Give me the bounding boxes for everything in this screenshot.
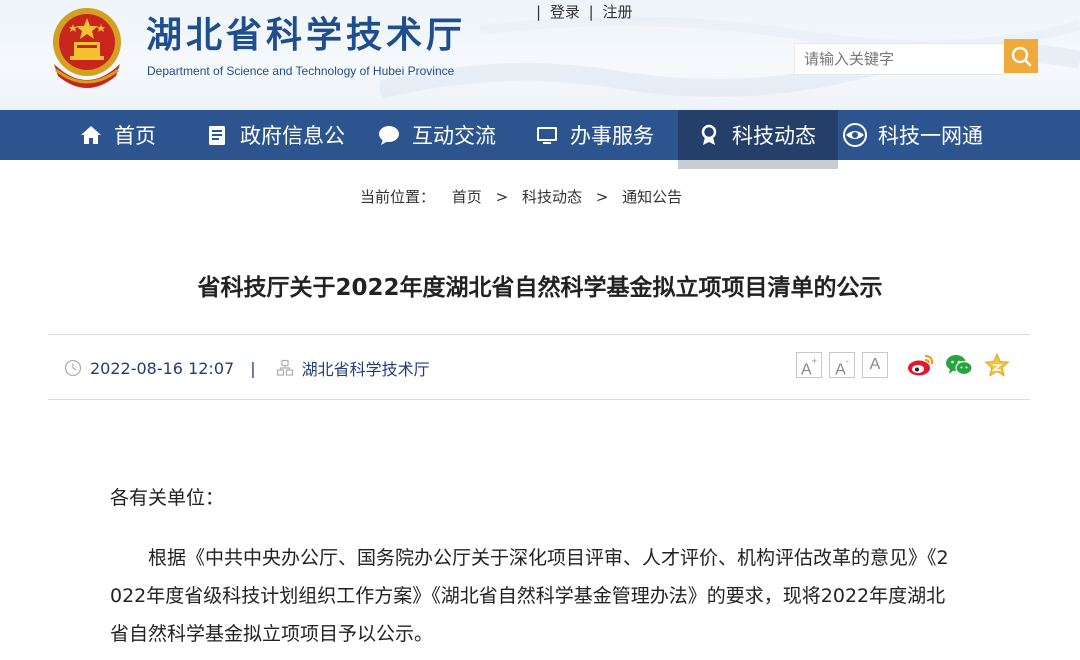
weibo-icon xyxy=(908,355,934,376)
account-links: | 登录 | 注册 xyxy=(536,2,633,22)
breadcrumb-prefix: 当前位置： xyxy=(360,188,436,206)
font-small-label: A xyxy=(869,356,881,373)
article-meta: 2022-08-16 12:07 | 湖北省科学技术厅 xyxy=(64,355,430,381)
search-input[interactable] xyxy=(795,44,1004,74)
breadcrumb-home[interactable]: 首页 xyxy=(452,188,482,206)
breadcrumb: 当前位置： 首页 > 科技动态 > 通知公告 xyxy=(360,186,682,208)
meta-separator: | xyxy=(250,358,256,378)
favorite-star-icon xyxy=(984,353,1010,377)
separator: | xyxy=(588,3,594,21)
wechat-icon xyxy=(946,355,973,376)
nav-label: 政府信息公 xyxy=(240,124,345,148)
clock-icon xyxy=(64,359,82,377)
article-paragraph: 根据《中共中央办公厅、国务院办公厅关于深化项目评审、人才评价、机构评估改革的意见… xyxy=(110,539,970,653)
font-size-large-button[interactable]: A+ xyxy=(796,352,822,378)
paragraph-line: 022年度省级科技计划组织工作方案》《湖北省自然科学基金管理办法》的要求，现将2… xyxy=(110,585,946,607)
nav-item-gov-info[interactable]: 政府信息公 xyxy=(204,110,345,160)
wechat-share-button[interactable] xyxy=(944,351,974,379)
font-medium-label: A xyxy=(835,361,846,379)
search-box xyxy=(794,43,1004,75)
nav-item-home[interactable]: 首页 xyxy=(78,110,156,160)
weibo-share-button[interactable] xyxy=(906,351,936,379)
article-title: 省科技厅关于2022年度湖北省自然科学基金拟立项项目清单的公示 xyxy=(197,275,883,301)
separator: | xyxy=(536,3,542,21)
monitor-icon xyxy=(534,122,560,148)
publish-date: 2022-08-16 12:07 xyxy=(90,358,235,378)
breadcrumb-sep: > xyxy=(595,188,609,206)
site-title: 湖北省科学技术厅 xyxy=(146,14,467,56)
font-size-small-button[interactable]: A xyxy=(862,352,888,378)
chat-bubble-icon xyxy=(376,122,402,148)
paragraph-line: 根据《中共中央办公厅、国务院办公厅关于深化项目评审、人才评价、机构评估改革的意见… xyxy=(148,547,949,569)
nav-label: 科技一网通 xyxy=(878,124,983,148)
search-button[interactable] xyxy=(1004,39,1038,73)
nav-label: 互动交流 xyxy=(412,124,496,148)
search-icon xyxy=(1011,46,1032,67)
nav-item-services[interactable]: 办事服务 xyxy=(534,110,654,160)
main-nav: 首页 政府信息公 互动交流 办事服务 科技动态 科技一网通 xyxy=(0,110,1080,169)
document-icon xyxy=(204,122,230,148)
national-emblem-icon xyxy=(53,8,121,88)
nav-item-tech-news[interactable]: 科技动态 xyxy=(678,110,838,169)
breadcrumb-tech-news[interactable]: 科技动态 xyxy=(522,188,582,206)
breadcrumb-notices[interactable]: 通知公告 xyxy=(622,188,682,206)
font-size-medium-button[interactable]: A- xyxy=(829,352,855,378)
divider xyxy=(48,334,1030,335)
home-icon xyxy=(78,122,104,148)
divider xyxy=(48,399,1030,400)
nav-item-one-network[interactable]: 科技一网通 xyxy=(842,110,983,160)
paragraph-line: 省自然科学基金拟立项项目予以公示。 xyxy=(110,623,434,645)
salutation: 各有关单位： xyxy=(110,487,225,509)
nav-label: 首页 xyxy=(114,124,156,148)
site-header: 湖北省科学技术厅 Department of Science and Techn… xyxy=(0,0,1080,110)
font-large-label: A xyxy=(801,361,812,379)
nav-label: 科技动态 xyxy=(732,124,816,148)
breadcrumb-sep: > xyxy=(495,188,509,206)
eye-icon xyxy=(842,122,868,148)
login-link[interactable]: 登录 xyxy=(550,3,580,21)
award-ribbon-icon xyxy=(696,122,722,148)
nav-item-interaction[interactable]: 互动交流 xyxy=(376,110,496,160)
register-link[interactable]: 注册 xyxy=(602,3,632,21)
site-subtitle: Department of Science and Technology of … xyxy=(147,64,455,78)
article-source: 湖北省科学技术厅 xyxy=(301,360,430,379)
favorite-button[interactable] xyxy=(982,351,1012,379)
org-icon xyxy=(276,359,294,377)
nav-label: 办事服务 xyxy=(570,124,654,148)
